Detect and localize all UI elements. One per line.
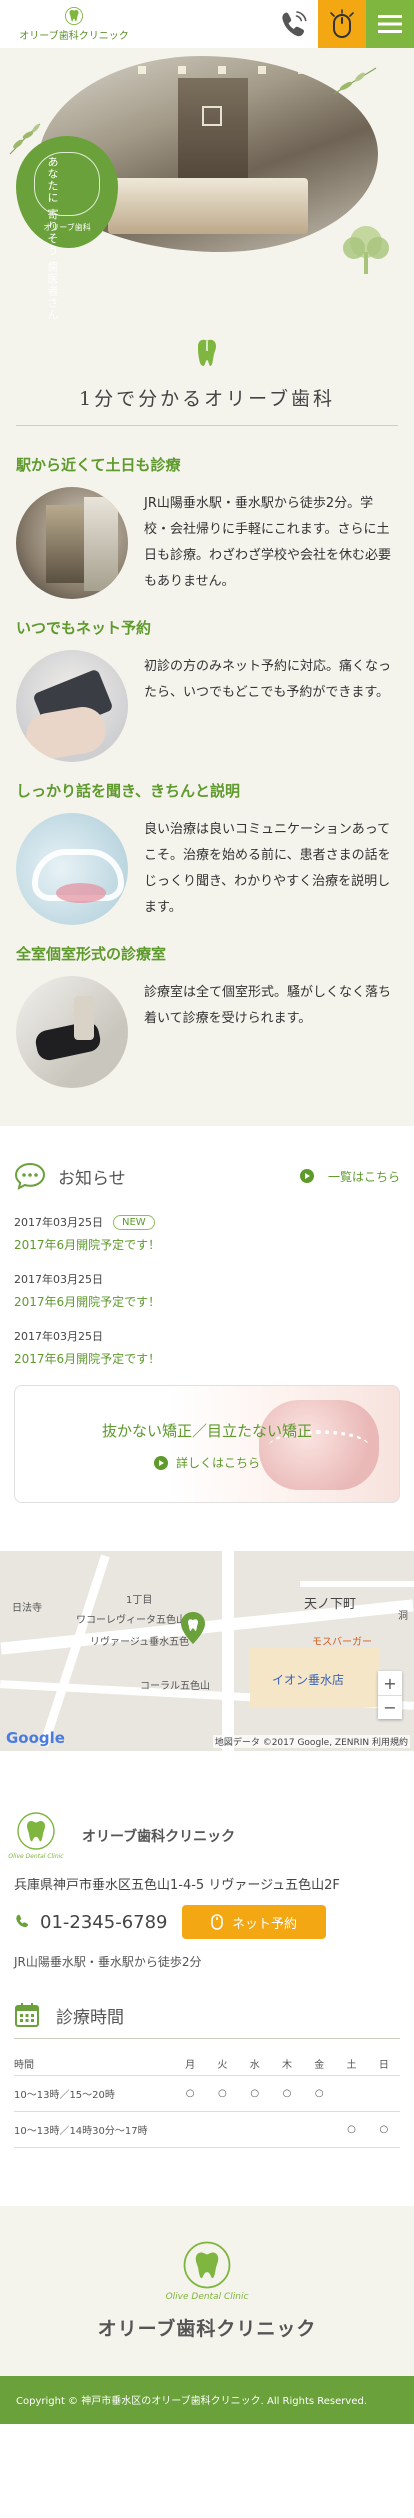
feature-image-station	[16, 487, 128, 599]
news-date: 2017年03月25日	[14, 1273, 103, 1286]
clinic-access: JR山陽垂水駅・垂水駅から徒歩2分	[14, 1955, 202, 1969]
arrow-circle-icon	[299, 1169, 314, 1183]
hamburger-menu-button[interactable]	[366, 0, 414, 48]
hours-title: 診療時間	[14, 2002, 400, 2038]
news-more-link[interactable]: 一覧はこちら	[299, 1168, 400, 1185]
mouse-icon	[330, 9, 354, 38]
new-badge: NEW	[113, 1214, 155, 1230]
clinic-name: オリーブ歯科クリニック	[82, 1828, 236, 1845]
feature-title: しっかり話を聞き、きちんと説明	[16, 782, 240, 800]
hero-badge-name: オリーブ歯科	[43, 223, 91, 232]
header: オリーブ歯科クリニック	[0, 0, 414, 48]
feature-text: JR山陽垂水駅・垂水駅から徒歩2分。学校・会社帰りに手軽にこれます。さらに土日も…	[144, 496, 392, 589]
braces-image	[259, 1400, 379, 1490]
feature-title: 駅から近くて土日も診療	[16, 456, 181, 474]
news-title: お知らせ	[14, 1162, 126, 1190]
hours-section: 診療時間 時間 月 火 水 木 金 土 日 10～13時／15～20時 ○ ○ …	[0, 1970, 414, 2148]
copyright: Copyright © 神戸市垂水区のオリーブ歯科クリニック. All Righ…	[0, 2375, 414, 2424]
net-reservation-header-button[interactable]	[318, 0, 366, 48]
news-section: お知らせ 一覧はこちら 2017年03月25日 NEW 2017年6月開院予定で…	[0, 1126, 414, 1523]
tree-illustration-icon	[343, 226, 389, 274]
phone-button[interactable]	[270, 0, 318, 48]
mouse-icon	[211, 1914, 223, 1930]
table-row: 10～13時／15～20時 ○ ○ ○ ○ ○	[14, 2074, 400, 2111]
hero: あなたに 寄りそう 歯医者さん オリーブ歯科	[0, 48, 414, 321]
clinic-logo: Olive Dental Clinic	[8, 1811, 64, 1860]
intro-section: 1分で分かるオリーブ歯科 駅から近くて土日も診療 JR山陽垂水駅・垂水駅から徒歩…	[0, 298, 414, 1126]
feature-text: 良い治療は良いコミュニケーションあってこそ。治療を始める前に、患者さまの話をじっ…	[144, 822, 391, 915]
arrow-circle-icon	[153, 1455, 168, 1470]
news-item[interactable]: 2017年03月25日 NEW 2017年6月開院予定です！	[14, 1214, 400, 1253]
feature-text: 診療室は全て個室形式。騒がしくなく落ち着いて診療を受けられます。	[144, 985, 392, 1026]
clinic-address: 兵庫県神戸市垂水区五色山1-4-5 リヴァージュ五色山2F	[14, 1878, 340, 1893]
clinic-info: Olive Dental Clinic オリーブ歯科クリニック 兵庫県神戸市垂水…	[0, 1751, 414, 1970]
tooth-logo-icon	[183, 2241, 231, 2289]
footer-logo[interactable]: Olive Dental Clinic オリーブ歯科クリニック	[0, 2205, 414, 2376]
zoom-out-button[interactable]: −	[378, 1695, 402, 1719]
divider	[16, 425, 398, 426]
map-attribution[interactable]: 地図データ ©2017 Google, ZENRIN 利用規約	[212, 1735, 410, 1748]
intro-title: 1分で分かるオリーブ歯科	[79, 388, 335, 410]
feature-text: 初診の方のみネット予約に対応。痛くなったら、いつでもどこでも予約ができます。	[144, 659, 392, 700]
map-marker-icon[interactable]	[180, 1611, 206, 1645]
net-reservation-button[interactable]: ネット予約	[181, 1905, 326, 1939]
banner-title: 抜かない矯正／目立たない矯正	[101, 1422, 312, 1440]
news-date: 2017年03月25日	[14, 1216, 103, 1229]
phone-icon	[16, 1914, 29, 1928]
divider	[14, 2038, 400, 2039]
zoom-in-button[interactable]: +	[378, 1671, 402, 1695]
tooth-logo-icon	[17, 1812, 55, 1850]
feature-item: 駅から近くて土日も診療 JR山陽垂水駅・垂水駅から徒歩2分。学校・会社帰りに手軽…	[16, 454, 398, 599]
speech-bubble-icon	[14, 1162, 46, 1190]
clinic-tel-link[interactable]: 01-2345-6789	[14, 1912, 168, 1933]
calendar-icon	[15, 2003, 39, 2027]
feature-item: しっかり話を聞き、きちんと説明 良い治療は良いコミュニケーションあってこそ。治療…	[16, 780, 398, 925]
feature-title: いつでもネット予約	[16, 619, 152, 637]
tooth-icon	[198, 339, 216, 366]
news-text: 2017年6月開院予定です！	[14, 1295, 161, 1309]
hours-header-row: 時間 月 火 水 木 金 土 日	[14, 2060, 389, 2072]
header-buttons	[270, 0, 414, 48]
google-logo: Google	[6, 1729, 65, 1747]
feature-image-private-room	[16, 976, 128, 1088]
news-date: 2017年03月25日	[14, 1330, 103, 1343]
feature-image-smartphone	[16, 650, 128, 762]
page: オリーブ歯科クリニック あなたに 寄りそう 歯医者さん オリーブ歯科 1分で分か…	[0, 0, 414, 2518]
news-item[interactable]: 2017年03月25日 2017年6月開院予定です！	[14, 1328, 400, 1367]
news-list: 2017年03月25日 NEW 2017年6月開院予定です！ 2017年03月2…	[14, 1214, 400, 1367]
map-zoom-controls: + −	[378, 1671, 402, 1719]
hours-table: 時間 月 火 水 木 金 土 日 10～13時／15～20時 ○ ○ ○ ○ ○…	[14, 2053, 400, 2148]
feature-image-dental-model	[16, 813, 128, 925]
news-item[interactable]: 2017年03月25日 2017年6月開院予定です！	[14, 1271, 400, 1310]
tooth-logo-icon	[65, 7, 83, 25]
feature-item: いつでもネット予約 初診の方のみネット予約に対応。痛くなったら、いつでもどこでも…	[16, 617, 398, 762]
hamburger-icon	[378, 15, 402, 33]
logo[interactable]: オリーブ歯科クリニック	[14, 6, 134, 42]
orthodontics-banner[interactable]: 抜かない矯正／目立たない矯正 詳しくはこちら	[14, 1385, 400, 1503]
footer-clinic-name: オリーブ歯科クリニック	[97, 2318, 317, 2340]
banner-detail-link[interactable]: 詳しくはこちら	[15, 1454, 399, 1471]
feature-item: 全室個室形式の診療室 診療室は全て個室形式。騒がしくなく落ち着いて診療を受けられ…	[16, 943, 398, 1088]
news-text: 2017年6月開院予定です！	[14, 1238, 161, 1252]
table-row: 10～13時／14時30分～17時 ○ ○	[14, 2110, 400, 2148]
phone-icon	[282, 11, 307, 37]
google-map[interactable]: 日法寺 1丁目 ワコーレヴィータ五色山 リヴァージュ垂水五色 天ノ下町 モスバー…	[0, 1551, 414, 1751]
feature-title: 全室個室形式の診療室	[16, 945, 167, 963]
hero-badge: あなたに 寄りそう 歯医者さん オリーブ歯科	[16, 136, 118, 321]
hero-catchphrase: あなたに 寄りそう 歯医者さん	[46, 156, 59, 321]
logo-text: オリーブ歯科クリニック	[19, 31, 129, 42]
news-text: 2017年6月開院予定です！	[14, 1352, 161, 1366]
olive-sprig-icon	[333, 67, 377, 95]
